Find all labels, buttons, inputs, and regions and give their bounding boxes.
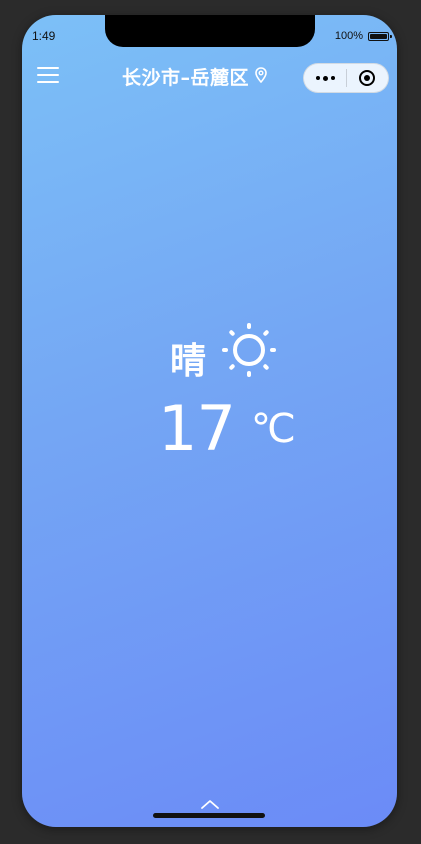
close-button[interactable] bbox=[347, 69, 388, 87]
status-time: 1:49 bbox=[32, 29, 56, 43]
temperature-row: 17 ℃ bbox=[158, 392, 296, 465]
temperature-value: 17 bbox=[158, 392, 236, 465]
notch bbox=[105, 15, 315, 47]
location-title[interactable]: 长沙市–岳麓区 bbox=[122, 63, 267, 90]
weather-condition-row: 晴 bbox=[170, 320, 278, 384]
location-pin-icon bbox=[255, 66, 267, 87]
phone-screen: 1:49 100% 长沙市–岳麓区 晴 17 ℃ bbox=[22, 15, 397, 827]
mini-program-capsule bbox=[303, 63, 389, 93]
page-title: 长沙市–岳麓区 bbox=[122, 67, 250, 89]
sun-icon bbox=[220, 321, 278, 383]
more-dots-icon bbox=[315, 76, 320, 80]
battery-percent: 100% bbox=[334, 30, 363, 42]
temperature-unit: ℃ bbox=[250, 406, 296, 452]
target-close-icon bbox=[359, 70, 376, 86]
home-indicator[interactable] bbox=[153, 813, 265, 818]
menu-icon[interactable] bbox=[37, 67, 59, 85]
weather-condition: 晴 bbox=[170, 341, 207, 382]
status-right: 100% bbox=[334, 30, 392, 42]
battery-icon bbox=[368, 31, 392, 41]
chevron-up-icon[interactable] bbox=[200, 795, 220, 809]
more-button[interactable] bbox=[304, 75, 346, 81]
